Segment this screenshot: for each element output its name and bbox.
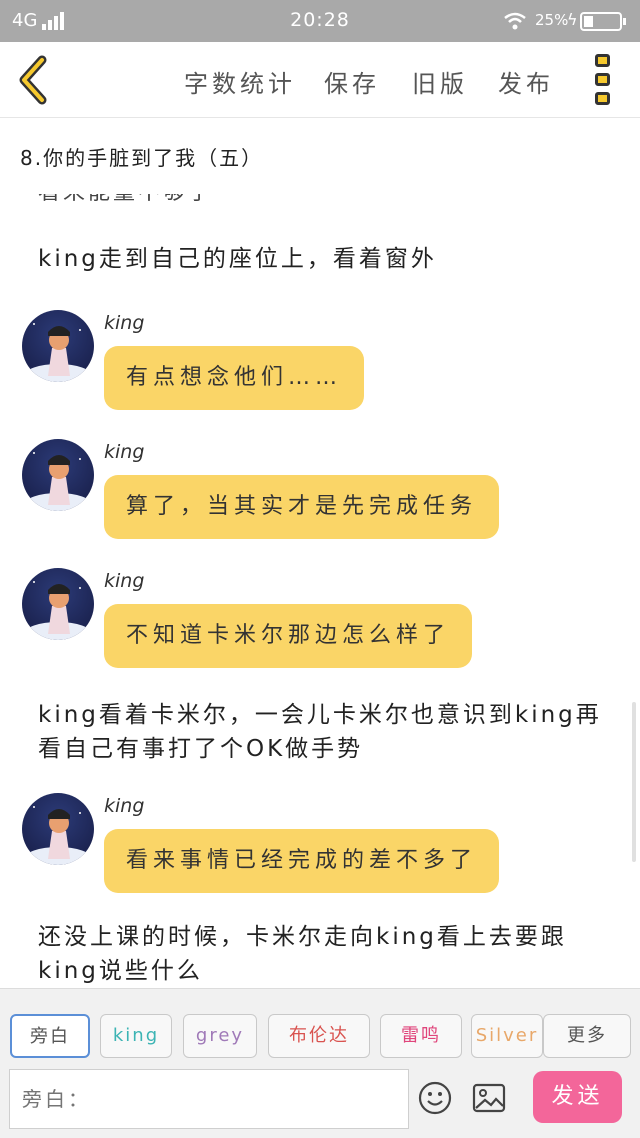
emoji-icon[interactable] [418,1081,452,1115]
send-button[interactable]: 发送 [533,1071,622,1123]
publish-button[interactable]: 发布 [498,64,554,99]
message-input[interactable] [9,1069,409,1129]
battery-icon [580,12,626,31]
battery-fill [584,16,593,27]
character-chip-king[interactable]: king [100,1014,172,1058]
more-menu-icon[interactable] [592,54,618,106]
chapter-title-bar[interactable]: 8.你的手脏到了我（五） [0,118,640,194]
back-arrow-icon[interactable] [12,54,58,106]
character-chip-grey[interactable]: grey [183,1014,257,1058]
chapter-title: 8.你的手脏到了我（五） [20,146,264,170]
narration: 还没上课的时候，卡米尔走向king看上去要跟king说些什么 [38,924,567,984]
speaker-name: king [104,441,145,463]
battery-percent: 25% [535,11,569,29]
narration: king看着卡米尔，一会儿卡米尔也意识到king再看自己有事打了个OK做手势 [38,702,602,762]
old-version-button[interactable]: 旧版 [412,64,468,99]
status-bar: 4G 20:28 25% ϟ [0,0,640,42]
character-chip-brenda[interactable]: 布伦达 [268,1014,370,1058]
image-icon[interactable] [472,1083,506,1113]
speaker-name: king [104,795,145,817]
avatar [22,439,94,511]
avatar [22,793,94,865]
speaker-name: king [104,312,145,334]
charging-icon: ϟ [567,10,578,29]
character-chip-leiming[interactable]: 雷鸣 [380,1014,462,1058]
character-chip-silver[interactable]: Silver [471,1014,543,1058]
message-bubble[interactable]: 算了，当其实才是先完成任务 [104,475,500,539]
save-button[interactable]: 保存 [324,64,380,99]
narration: king走到自己的座位上，看着窗外 [38,246,437,272]
wifi-icon [504,12,526,30]
speaker-name: king [104,570,145,592]
message-bubble[interactable]: 不知道卡米尔那边怎么样了 [104,604,473,668]
cut-off-line: 看来能量不够了 [38,194,213,206]
compose-bar: 旁白 king grey 布伦达 雷鸣 Silver 更多 发送 [0,988,640,1138]
message-bubble[interactable]: 有点想念他们…… [104,346,365,410]
character-chip-narrator[interactable]: 旁白 [10,1014,90,1058]
message-bubble[interactable]: 看来事情已经完成的差不多了 [104,829,500,893]
avatar [22,568,94,640]
story-content[interactable]: 看来能量不够了 king走到自己的座位上，看着窗外 king 有点想念他们…… … [0,194,640,988]
scrollbar[interactable] [632,702,636,862]
toolbar: 字数统计 保存 旧版 发布 [0,42,640,118]
word-count-button[interactable]: 字数统计 [184,64,296,99]
avatar [22,310,94,382]
more-characters-button[interactable]: 更多 [543,1014,631,1058]
